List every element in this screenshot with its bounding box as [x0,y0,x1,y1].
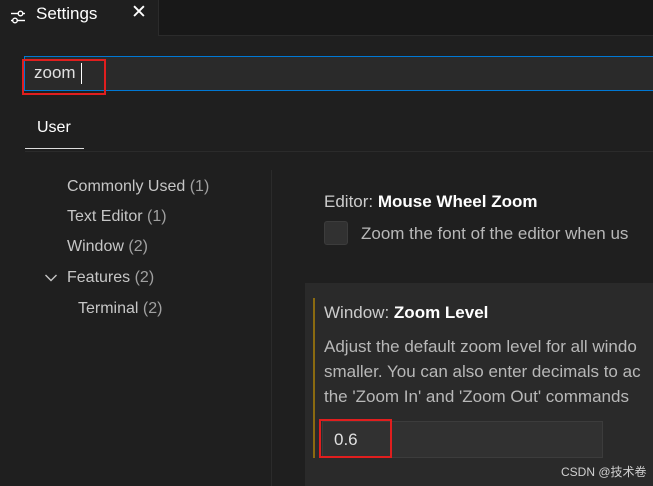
setting-description-line: smaller. You can also enter decimals to … [324,362,641,381]
modified-indicator [313,298,315,458]
setting-description: Zoom the font of the editor when us [361,224,629,243]
tab-user[interactable]: User [37,119,71,137]
setting-name: Mouse Wheel Zoom [377,192,538,211]
close-icon[interactable]: ✕ [130,3,148,23]
settings-editor: Settings ✕ zoom User Commonly Used (1) T… [0,0,653,486]
mouse-wheel-zoom-checkbox[interactable] [324,221,348,245]
toc-item-label: Commonly Used [67,178,186,195]
settings-sliders-icon [11,10,25,24]
setting-description-line: Adjust the default zoom level for all wi… [324,337,637,356]
toc-item-terminal[interactable]: Terminal (2) [78,300,162,318]
toc-item-label: Text Editor [67,208,143,225]
toc-item-features[interactable]: Features (2) [67,269,154,287]
watermark: CSDN @技术卷 [561,465,647,479]
toc-item-label: Features [67,269,131,286]
toc-item-count: (1) [147,208,167,225]
toc-item-count: (2) [128,238,148,255]
settings-search-box[interactable]: zoom [24,56,653,91]
divider [25,151,653,152]
toc-item-label: Terminal [78,300,139,317]
setting-description-line: the 'Zoom In' and 'Zoom Out' commands [324,387,629,406]
tab-title: Settings [36,4,98,23]
toc-item-count: (1) [189,178,210,195]
setting-title-zoom-level: Window: Zoom Level [324,303,488,323]
annotation-box-zoom-value [319,419,392,458]
active-tab-underline [25,148,84,149]
tab-settings[interactable]: Settings ✕ [0,0,159,36]
toc-item-count: (2) [134,269,155,286]
toc-item-count: (2) [142,300,163,317]
setting-title-mouse-wheel-zoom: Editor: Mouse Wheel Zoom [324,192,537,212]
toc-item-window[interactable]: Window (2) [67,238,148,256]
chevron-down-icon[interactable] [44,271,58,285]
panel-sash[interactable] [271,170,272,486]
annotation-box-search [22,59,106,95]
setting-name: Zoom Level [393,303,489,322]
setting-category: Editor: [324,192,378,211]
setting-category: Window: [324,303,394,322]
tab-bar: Settings ✕ [0,0,653,36]
toc-item-label: Window [67,238,124,255]
toc-item-commonly-used[interactable]: Commonly Used (1) [67,178,209,196]
toc-item-text-editor[interactable]: Text Editor (1) [67,208,167,226]
